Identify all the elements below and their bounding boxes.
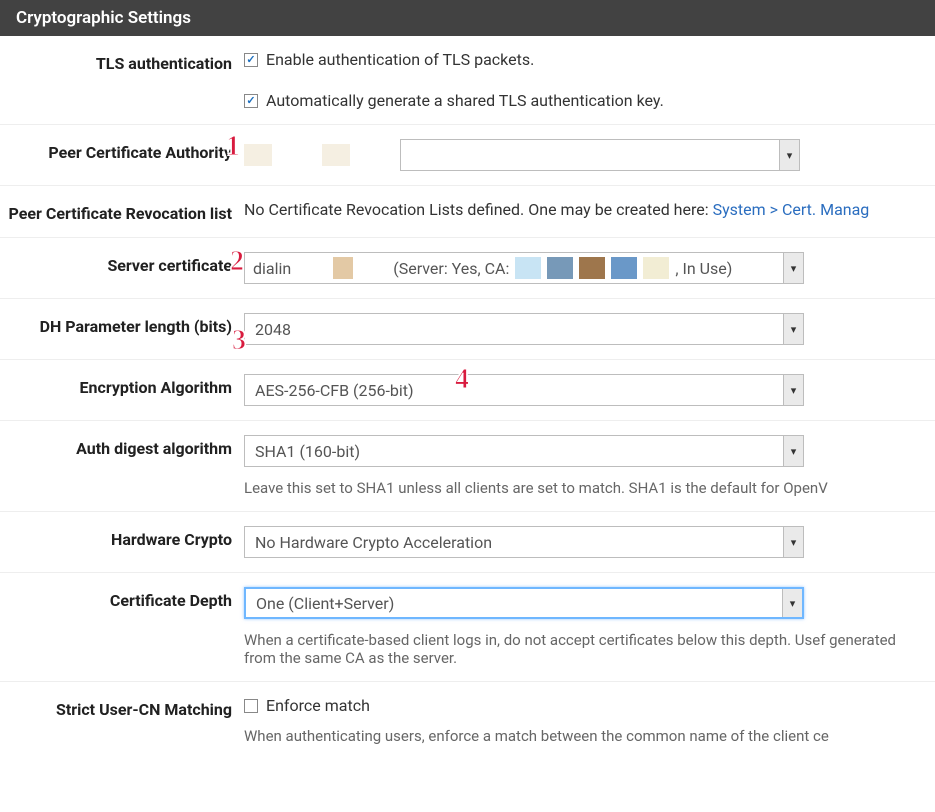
help-auth-digest: Leave this set to SHA1 unless all client… [244,479,927,497]
help-strict: When authenticating users, enforce a mat… [244,727,927,745]
label-server-cert: Server certificate [0,252,244,275]
chevron-down-icon [783,375,803,405]
checkbox-enforce-match[interactable] [244,699,258,713]
row-encryption: Encryption Algorithm AES-256-CFB (256-bi… [0,360,935,421]
select-cert-depth-value: One (Client+Server) [246,590,782,617]
link-cert-manager[interactable]: System > Cert. Manag [713,200,870,219]
select-cert-depth[interactable]: One (Client+Server) [244,587,804,619]
panel-title: Cryptographic Settings [16,8,191,28]
chevron-down-icon [783,436,803,466]
label-peer-ca: Peer Certificate Authority [0,139,244,162]
select-encryption[interactable]: AES-256-CFB (256-bit) [244,374,804,406]
row-peer-ca: Peer Certificate Authority 1 [0,125,935,186]
select-server-cert[interactable]: dialin (Server: Yes, CA: , In Use) [244,252,804,284]
row-strict-usercn: Strict User-CN Matching Enforce match Wh… [0,682,935,759]
row-peer-crl: Peer Certificate Revocation list No Cert… [0,186,935,238]
select-auth-digest-value: SHA1 (160-bit) [245,438,783,465]
label-cert-depth: Certificate Depth [0,587,244,610]
select-dh-value: 2048 [245,316,783,343]
row-server-cert: Server certificate dialin (Server: Yes, … [0,238,935,299]
row-cert-depth: Certificate Depth One (Client+Server) Wh… [0,573,935,682]
chevron-down-icon [783,527,803,557]
server-cert-mid: (Server: Yes, CA: [393,259,509,278]
checkbox-enable-tls-auth[interactable] [244,53,258,67]
chevron-down-icon [782,589,802,617]
select-dh-length[interactable]: 2048 [244,313,804,345]
label-tls-auth: TLS authentication [0,50,244,73]
checkbox-auto-tls-key[interactable] [244,94,258,108]
crl-text: No Certificate Revocation Lists defined.… [244,200,713,219]
label-hardware-crypto: Hardware Crypto [0,526,244,549]
label-encryption: Encryption Algorithm [0,374,244,397]
row-auth-digest: Auth digest algorithm SHA1 (160-bit) Lea… [0,421,935,512]
server-cert-suffix: , In Use) [675,259,732,278]
chevron-down-icon [783,314,803,344]
row-dh-length: DH Parameter length (bits) 2048 3 [0,299,935,360]
row-hardware-crypto: Hardware Crypto No Hardware Crypto Accel… [0,512,935,573]
server-cert-prefix: dialin [253,259,291,278]
label-peer-crl: Peer Certificate Revocation list [0,200,244,223]
checkbox-label-enable-tls: Enable authentication of TLS packets. [266,50,534,69]
select-hw-value: No Hardware Crypto Acceleration [245,529,783,556]
chevron-down-icon [783,253,803,283]
label-auth-digest: Auth digest algorithm [0,435,244,458]
label-strict-usercn: Strict User-CN Matching [0,696,244,719]
select-auth-digest[interactable]: SHA1 (160-bit) [244,435,804,467]
select-peer-ca-value [401,151,779,159]
label-dh-length: DH Parameter length (bits) [0,313,244,336]
help-cert-depth: When a certificate-based client logs in,… [244,631,927,667]
select-hardware-crypto[interactable]: No Hardware Crypto Acceleration [244,526,804,558]
checkbox-label-auto-tls: Automatically generate a shared TLS auth… [266,91,664,110]
checkbox-label-enforce: Enforce match [266,696,370,715]
select-peer-ca[interactable] [400,139,800,171]
panel-header: Cryptographic Settings [0,0,935,36]
select-encryption-value: AES-256-CFB (256-bit) [245,377,783,404]
row-tls-auth: TLS authentication Enable authentication… [0,36,935,77]
chevron-down-icon [779,140,799,170]
row-tls-auth-2: Automatically generate a shared TLS auth… [0,77,935,125]
